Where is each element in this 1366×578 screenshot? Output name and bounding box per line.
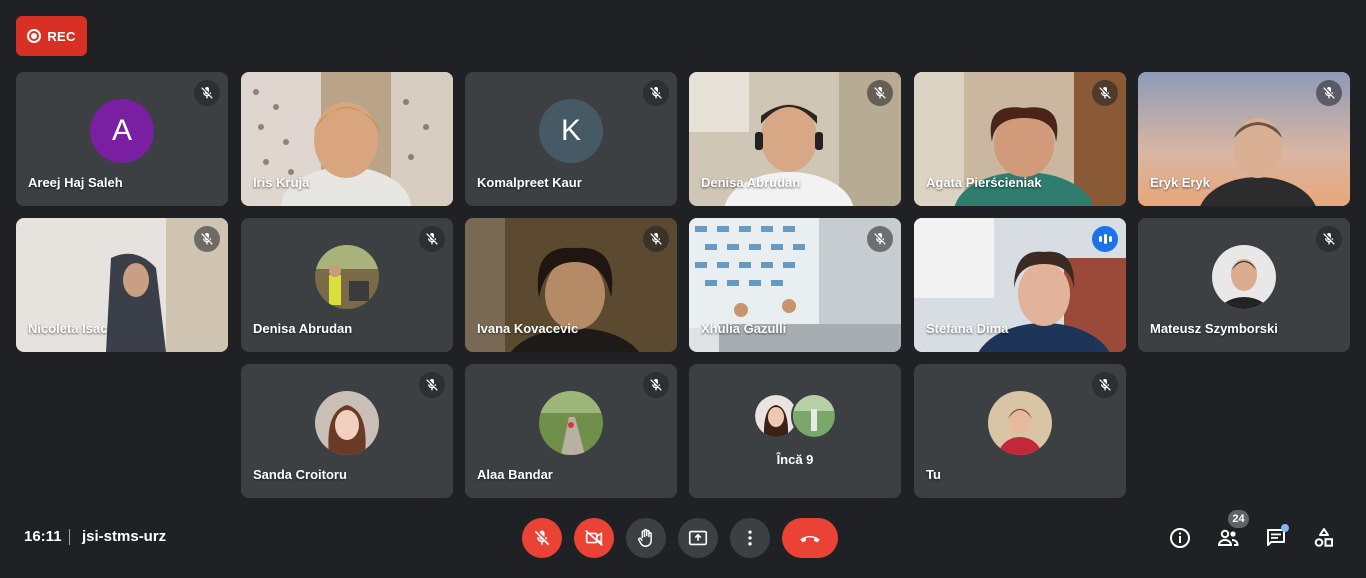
participant-tile[interactable]: Mateusz Szymborski bbox=[1138, 218, 1350, 352]
mic-off-icon bbox=[643, 80, 669, 106]
avatar: K bbox=[539, 99, 603, 163]
divider bbox=[69, 529, 70, 545]
avatar bbox=[988, 391, 1052, 455]
participant-tile[interactable]: Ivana Kovacevic bbox=[465, 218, 677, 352]
camera-toggle-button[interactable] bbox=[574, 518, 614, 558]
speaking-indicator-icon bbox=[1092, 226, 1118, 252]
avatar bbox=[539, 391, 603, 455]
raise-hand-button[interactable] bbox=[626, 518, 666, 558]
leave-call-button[interactable] bbox=[782, 518, 838, 558]
recording-label: REC bbox=[47, 28, 76, 44]
participant-name: Denisa Abrudan bbox=[701, 175, 801, 190]
chat-notification-dot bbox=[1281, 524, 1289, 532]
present-icon bbox=[688, 530, 708, 546]
participant-tile[interactable]: Xhulia Gazulli bbox=[689, 218, 901, 352]
participant-name: Tu bbox=[926, 467, 941, 482]
participant-name: Komalpreet Kaur bbox=[477, 175, 582, 190]
microphone-toggle-button[interactable] bbox=[522, 518, 562, 558]
participant-tile-speaking[interactable]: Stefana Dima bbox=[914, 218, 1126, 352]
mic-off-icon bbox=[867, 80, 893, 106]
participant-tile[interactable]: K Komalpreet Kaur bbox=[465, 72, 677, 206]
self-tile[interactable]: Tu bbox=[914, 364, 1126, 498]
mic-off-icon bbox=[194, 226, 220, 252]
participant-tile[interactable]: Alaa Bandar bbox=[465, 364, 677, 498]
participant-tile[interactable]: Denisa Abrudan bbox=[241, 218, 453, 352]
participant-name: Stefana Dima bbox=[926, 321, 1009, 336]
mic-off-icon bbox=[419, 372, 445, 398]
camera-off-icon bbox=[585, 530, 603, 546]
avatar bbox=[315, 245, 379, 309]
more-options-button[interactable] bbox=[730, 518, 770, 558]
info-icon bbox=[1170, 528, 1190, 548]
record-icon bbox=[27, 29, 42, 43]
avatar: A bbox=[90, 99, 154, 163]
mic-off-icon bbox=[194, 80, 220, 106]
mic-off-icon bbox=[1092, 80, 1118, 106]
mic-off-icon bbox=[1316, 80, 1342, 106]
more-participants-tile[interactable]: Încă 9 bbox=[689, 364, 901, 498]
avatar bbox=[315, 391, 379, 455]
more-participants-label: Încă 9 bbox=[776, 452, 814, 467]
mic-off-icon bbox=[1092, 372, 1118, 398]
participant-name: Mateusz Szymborski bbox=[1150, 321, 1278, 336]
participant-name: Alaa Bandar bbox=[477, 467, 553, 482]
participants-button[interactable] bbox=[1214, 524, 1242, 552]
meeting-time: 16:11 bbox=[24, 528, 62, 545]
participant-name: Iris Kruja bbox=[253, 175, 310, 190]
control-bar: 16:11 jsi-stms-urz 24 bbox=[0, 508, 1366, 578]
participant-name: Areej Haj Saleh bbox=[28, 175, 123, 190]
participant-name: Xhulia Gazulli bbox=[701, 321, 787, 336]
participant-tile[interactable]: Denisa Abrudan bbox=[689, 72, 901, 206]
hang-up-icon bbox=[800, 535, 820, 543]
recording-indicator[interactable]: REC bbox=[16, 16, 87, 56]
mic-off-icon bbox=[643, 226, 669, 252]
more-vert-icon bbox=[748, 530, 752, 546]
participant-tile[interactable]: Agata Pierścieniak bbox=[914, 72, 1126, 206]
participant-tile[interactable]: Eryk Eryk bbox=[1138, 72, 1350, 206]
participant-name: Denisa Abrudan bbox=[253, 321, 353, 336]
activities-icon bbox=[1314, 528, 1333, 547]
participant-tile[interactable]: Nicoleta Isac bbox=[16, 218, 228, 352]
participant-name: Ivana Kovacevic bbox=[477, 321, 579, 336]
mic-off-icon bbox=[532, 528, 552, 548]
participant-tile[interactable]: Iris Kruja bbox=[241, 72, 453, 206]
participant-name: Agata Pierścieniak bbox=[926, 175, 1042, 190]
mic-off-icon bbox=[643, 372, 669, 398]
meeting-details-button[interactable] bbox=[1166, 524, 1194, 552]
participant-tile[interactable]: A Areej Haj Saleh bbox=[16, 72, 228, 206]
mic-off-icon bbox=[1316, 226, 1342, 252]
people-icon bbox=[1217, 529, 1239, 546]
participant-name: Sanda Croitoru bbox=[253, 467, 347, 482]
participant-tile[interactable]: Sanda Croitoru bbox=[241, 364, 453, 498]
mic-off-icon bbox=[419, 226, 445, 252]
present-screen-button[interactable] bbox=[678, 518, 718, 558]
hand-icon bbox=[638, 528, 652, 547]
activities-button[interactable] bbox=[1310, 524, 1338, 552]
mic-off-icon bbox=[867, 226, 893, 252]
participant-name: Nicoleta Isac bbox=[28, 321, 108, 336]
more-participants-avatars bbox=[753, 393, 837, 439]
meeting-code: jsi-stms-urz bbox=[82, 528, 167, 545]
participant-name: Eryk Eryk bbox=[1150, 175, 1210, 190]
avatar bbox=[1212, 245, 1276, 309]
